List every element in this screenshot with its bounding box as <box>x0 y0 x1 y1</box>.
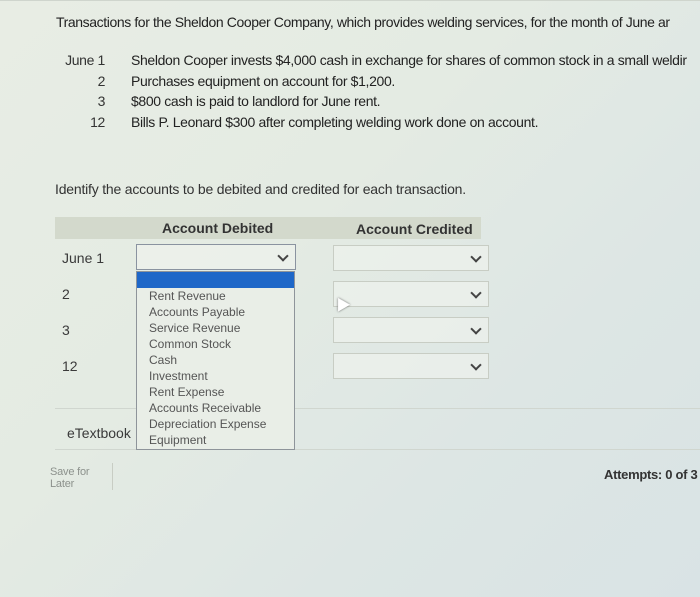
dropdown-option[interactable]: Rent Revenue <box>137 288 294 304</box>
dropdown-option[interactable]: Investment <box>137 368 294 384</box>
dropdown-option[interactable]: Common Stock <box>137 336 294 352</box>
etextbook-link[interactable]: eTextbook <box>67 425 135 441</box>
transaction-date: 12 <box>90 113 105 130</box>
row-label-2: 2 <box>62 286 70 302</box>
top-divider <box>0 0 700 1</box>
save-for-later-button[interactable]: Save for Later <box>50 463 113 490</box>
chevron-down-icon <box>277 250 289 262</box>
transaction-date: 3 <box>97 93 106 109</box>
chevron-down-icon <box>470 359 482 371</box>
dropdown-option[interactable]: Accounts Payable <box>137 304 294 320</box>
dropdown-option-blank-selected[interactable] <box>137 272 294 288</box>
row-label-june-1: June 1 <box>62 250 105 266</box>
row-label-3: 3 <box>62 322 70 338</box>
header-account-credited: Account Credited <box>356 221 473 237</box>
transaction-date: 2 <box>97 72 106 89</box>
credit-select-2[interactable] <box>333 281 489 307</box>
dropdown-option[interactable]: Rent Expense <box>137 384 294 400</box>
row-label-12: 12 <box>62 358 78 374</box>
credit-select-3[interactable] <box>333 317 489 343</box>
header-account-debited: Account Debited <box>162 220 274 236</box>
dropdown-option[interactable]: Accounts Receivable <box>137 400 294 416</box>
transaction-description: Sheldon Cooper invests $4,000 cash in ex… <box>131 52 687 68</box>
attempts-counter: Attempts: 0 of 3 <box>604 467 698 482</box>
instruction-text: Identify the accounts to be debited and … <box>55 181 466 197</box>
problem-intro: Transactions for the Sheldon Cooper Comp… <box>56 14 670 30</box>
credit-select-12[interactable] <box>333 353 489 379</box>
chevron-down-icon <box>470 251 482 263</box>
dropdown-option[interactable]: Equipment <box>137 432 294 448</box>
transaction-date: June 1 <box>65 52 105 68</box>
dropdown-option[interactable]: Service Revenue <box>137 320 294 336</box>
dropdown-option[interactable]: Cash <box>137 352 294 368</box>
account-dropdown-list[interactable]: Rent Revenue Accounts Payable Service Re… <box>136 271 295 450</box>
transaction-description: Purchases equipment on account for $1,20… <box>131 72 395 89</box>
debit-select-june-1[interactable] <box>136 244 296 270</box>
transaction-description: Bills P. Leonard $300 after completing w… <box>131 113 539 130</box>
credit-select-june-1[interactable] <box>333 245 489 271</box>
dropdown-option[interactable]: Depreciation Expense <box>137 416 294 432</box>
transaction-description: $800 cash is paid to landlord for June r… <box>131 93 381 109</box>
chevron-down-icon <box>470 323 482 335</box>
chevron-down-icon <box>470 287 482 299</box>
